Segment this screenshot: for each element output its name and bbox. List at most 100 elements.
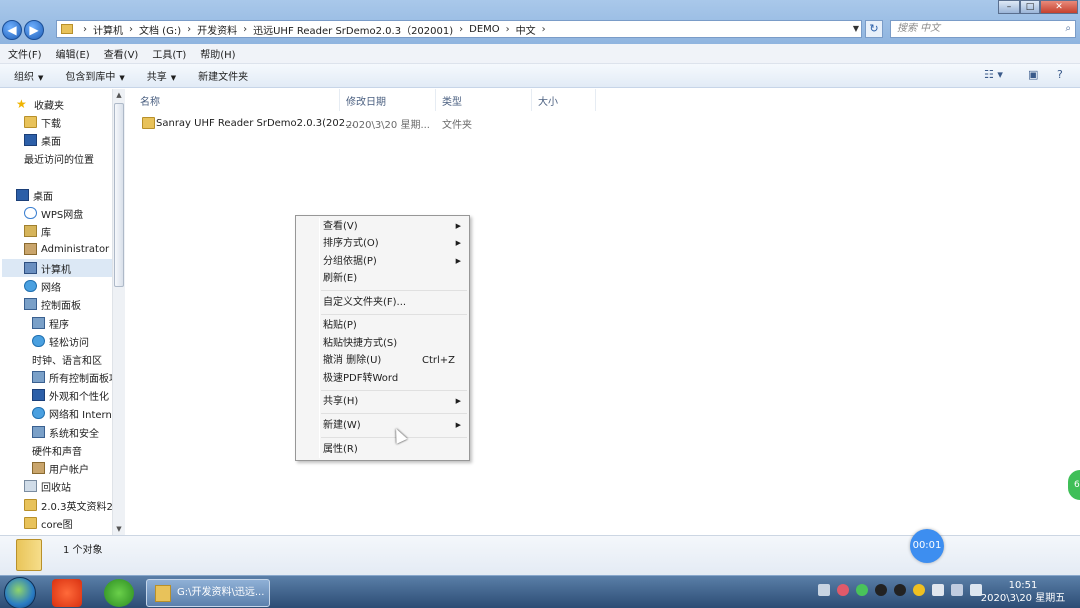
breadcrumb-computer[interactable]: › 计算机 xyxy=(77,22,123,37)
taskbar-clock[interactable]: 10:51 2020\3\20 星期五 xyxy=(978,579,1068,605)
nav-folder-core[interactable]: core图 xyxy=(24,514,73,532)
recording-timer[interactable]: 00:01 xyxy=(910,529,944,563)
menu-item-group[interactable]: 分组依据(P) ▶ xyxy=(323,253,469,270)
refresh-icon[interactable]: ↻ xyxy=(865,20,883,38)
menu-separator xyxy=(321,290,467,291)
column-header-type[interactable]: 类型 xyxy=(436,89,532,111)
menu-item-share[interactable]: 共享(H) ▶ xyxy=(323,393,469,410)
nav-computer[interactable]: 计算机 xyxy=(2,259,112,277)
view-options-icon[interactable]: ☷ ▾ xyxy=(984,68,1003,81)
menu-item-paste-shortcut[interactable]: 粘贴快捷方式(S) xyxy=(323,335,469,352)
nav-user-accounts[interactable]: 用户帐户 xyxy=(32,459,89,477)
computer-icon xyxy=(24,262,37,274)
nav-favorites[interactable]: ★ 收藏夹 xyxy=(16,95,64,113)
address-bar[interactable]: › 计算机 › 文档 (G:) › 开发资料 › 迅远UHF Reader SrDemo… xyxy=(56,20,862,38)
programs-icon xyxy=(32,317,45,329)
help-icon[interactable]: ? xyxy=(1057,68,1063,81)
breadcrumb-project[interactable]: › 迅远UHF Reader SrDemo2.0.3（202001) xyxy=(237,22,453,37)
shortcut-label: Ctrl+Z xyxy=(421,355,455,366)
new-folder-button[interactable]: 新建文件夹 xyxy=(198,68,248,83)
breadcrumb-chinese[interactable]: › 中文 › xyxy=(500,22,552,37)
folder-icon xyxy=(61,24,73,34)
maximize-button[interactable]: □ xyxy=(1020,0,1040,14)
nav-appearance[interactable]: 外观和个性化 xyxy=(32,386,109,404)
menu-view[interactable]: 查看(V) xyxy=(104,46,139,61)
chevron-down-icon[interactable]: ▼ xyxy=(850,21,862,37)
menu-item-pdf-word[interactable]: 极速PDF转Word xyxy=(323,370,469,387)
breadcrumb-demo[interactable]: › DEMO xyxy=(453,24,500,35)
menu-item-refresh[interactable]: 刷新(E) xyxy=(323,270,469,287)
nav-library[interactable]: 库 xyxy=(24,222,51,240)
control-panel-icon xyxy=(24,298,37,310)
menu-separator xyxy=(321,314,467,315)
nav-programs[interactable]: 程序 xyxy=(32,314,69,332)
scroll-thumb[interactable] xyxy=(114,103,124,287)
flower-icon[interactable] xyxy=(837,584,849,596)
nav-downloads[interactable]: 下载 xyxy=(24,113,61,131)
nav-clock-language[interactable]: 时钟、语言和区 xyxy=(32,350,102,368)
preview-pane-icon[interactable]: ▣ xyxy=(1028,68,1038,81)
menu-item-view[interactable]: 查看(V) ▶ xyxy=(323,218,469,235)
nav-hardware-sound[interactable]: 硬件和声音 xyxy=(32,441,82,459)
menu-tools[interactable]: 工具(T) xyxy=(152,46,186,61)
desktop-icon xyxy=(16,189,29,201)
include-library-button[interactable]: 包含到库中 ▼ xyxy=(65,68,124,83)
taskbar-explorer-window[interactable]: G:\开发资料\迅远... xyxy=(146,579,270,607)
nav-recent[interactable]: 最近访问的位置 xyxy=(24,149,94,167)
column-header-modified[interactable]: 修改日期 xyxy=(340,89,436,111)
submenu-arrow-icon: ▶ xyxy=(455,421,461,429)
minimize-button[interactable]: – xyxy=(998,0,1020,14)
start-button[interactable] xyxy=(4,577,36,608)
shield-icon[interactable] xyxy=(913,584,925,596)
menu-item-paste[interactable]: 粘贴(P) xyxy=(323,317,469,334)
nav-folder-en[interactable]: 2.0.3英文资料20 xyxy=(24,496,119,514)
submenu-arrow-icon: ▶ xyxy=(455,222,461,230)
browser-app-icon[interactable] xyxy=(52,579,82,607)
nav-all-control-panel[interactable]: 所有控制面板项 xyxy=(32,368,119,386)
wechat-icon[interactable] xyxy=(856,584,868,596)
column-header-size[interactable]: 大小 xyxy=(532,89,596,111)
scroll-up-icon[interactable]: ▲ xyxy=(113,89,125,101)
back-arrow-icon[interactable]: ◀ xyxy=(2,20,22,40)
nav-scrollbar[interactable]: ▲ ▼ xyxy=(112,89,125,535)
share-button[interactable]: 共享 ▼ xyxy=(147,68,176,83)
file-date: 2020\3\20 星期... xyxy=(346,119,430,131)
scroll-down-icon[interactable]: ▼ xyxy=(113,523,125,535)
refresh-app-icon[interactable] xyxy=(104,579,134,607)
search-icon: ⌕ xyxy=(1065,23,1071,34)
menu-item-undo[interactable]: 撤消 删除(U) Ctrl+Z xyxy=(323,352,469,369)
desktop-icon xyxy=(24,134,37,146)
nav-ease[interactable]: 轻松访问 xyxy=(32,332,89,350)
breadcrumb-dev[interactable]: › 开发资料 xyxy=(181,22,237,37)
nav-system-security[interactable]: 系统和安全 xyxy=(32,423,99,441)
chevron-left-icon[interactable] xyxy=(932,584,944,596)
menu-item-customize[interactable]: 自定义文件夹(F)... xyxy=(323,294,469,311)
qq-icon[interactable] xyxy=(875,584,887,596)
folder-icon xyxy=(142,117,155,129)
forward-arrow-icon[interactable]: ▶ xyxy=(24,20,44,40)
nav-control-panel[interactable]: 控制面板 xyxy=(24,295,81,313)
menu-item-sort[interactable]: 排序方式(O) ▶ xyxy=(323,235,469,252)
qq-icon[interactable] xyxy=(894,584,906,596)
nav-network-internet[interactable]: 网络和 Interne xyxy=(32,404,118,422)
search-input[interactable]: 搜索 中文 ⌕ xyxy=(890,20,1076,38)
menu-edit[interactable]: 编辑(E) xyxy=(56,46,90,61)
breadcrumb-drive[interactable]: › 文档 (G:) xyxy=(123,22,181,37)
nav-recycle-bin[interactable]: 回收站 xyxy=(24,477,71,495)
nav-desktop-fav[interactable]: 桌面 xyxy=(24,131,61,149)
network-icon[interactable] xyxy=(951,584,963,596)
nav-wps[interactable]: WPS网盘 xyxy=(24,204,83,222)
file-list: 名称 修改日期 类型 大小 Sanray UHF Reader SrDemo2.… xyxy=(126,89,1080,535)
keyboard-icon[interactable] xyxy=(818,584,830,596)
close-button[interactable]: ✕ xyxy=(1040,0,1078,14)
menu-separator xyxy=(321,413,467,414)
menu-file[interactable]: 文件(F) xyxy=(8,46,42,61)
nav-network[interactable]: 网络 xyxy=(24,277,61,295)
nav-admin[interactable]: Administrator xyxy=(24,240,109,258)
column-header-name[interactable]: 名称 xyxy=(134,89,340,111)
user-folder-icon xyxy=(24,243,37,255)
nav-desktop[interactable]: 桌面 xyxy=(16,186,53,204)
organize-button[interactable]: 组织 ▼ xyxy=(14,68,43,83)
menu-help[interactable]: 帮助(H) xyxy=(200,46,235,61)
menu-gutter xyxy=(319,218,320,458)
